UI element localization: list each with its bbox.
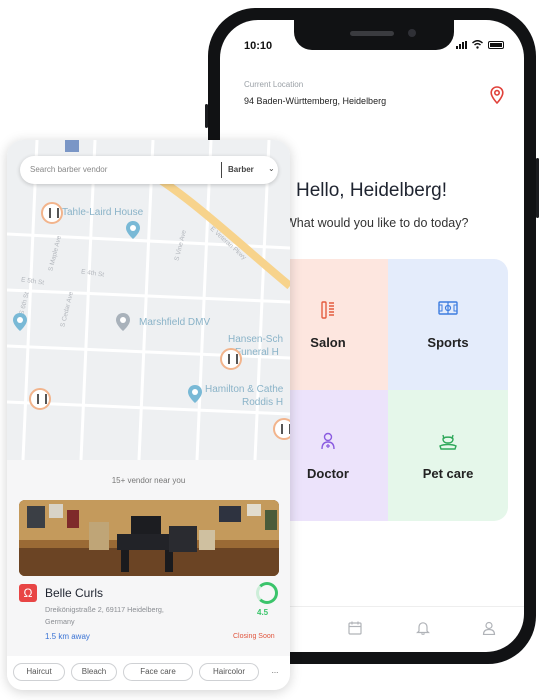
battery-icon [488,41,504,49]
vendor-search-bar[interactable]: Search barber vendor Barber ⌄ [20,156,278,184]
barber-marker-icon[interactable] [41,202,63,224]
category-grid: Salon Sports Doctor Pet care [268,259,508,521]
chevron-down-icon[interactable]: ⌄ [268,164,275,173]
vendor-name[interactable]: Belle Curls [45,586,103,600]
chip-face-care[interactable]: Face care [123,663,193,681]
bell-icon[interactable] [416,621,430,635]
vendor-panel: 15+ vendor near you Ω Belle Curls Dreikö… [7,460,290,690]
speaker [350,31,394,36]
vendor-address: Dreikönigstraße 2, 69117 Heidelberg, Ger… [45,605,164,626]
vendor-status-badge: Closing Soon [233,633,275,640]
scissors-icon [321,301,334,319]
category-sports[interactable]: Sports [388,259,508,390]
location-pin-icon[interactable] [490,86,504,104]
map-label: Tahle-Laird House [62,207,144,218]
chip-bleach[interactable]: Bleach [71,663,117,681]
category-dropdown[interactable]: Barber [228,165,254,174]
service-chips: Haircut Bleach Face care Haircolor ... [7,656,290,690]
chip-haircut[interactable]: Haircut [13,663,65,681]
power-button [536,158,539,218]
court-icon [438,301,458,315]
profile-icon[interactable] [482,621,496,635]
map-view[interactable]: Tahle-Laird House Marshfield DMV Hansen-… [7,140,290,460]
doctor-icon [321,432,335,450]
vendor-photo[interactable] [19,500,279,576]
map-roads [7,140,290,460]
map-label: Marshfield DMV [139,317,211,328]
calendar-icon[interactable] [348,621,362,635]
category-pet-care-label: Pet care [422,466,474,481]
notch [294,20,454,50]
category-sports-label: Sports [427,335,469,350]
barber-marker-icon[interactable] [220,348,242,370]
search-input[interactable]: Search barber vendor [30,165,107,174]
wifi-icon [472,40,483,49]
map-label: Hansen-Sch [228,334,284,345]
cellular-signal-icon [456,41,467,49]
map-poi-pin-icon [13,313,27,331]
current-location-label: Current Location [244,80,304,89]
map-poi-pin-icon [126,221,140,239]
map-poi-pin-icon [116,313,130,331]
map-poi-pin-icon [188,385,202,403]
greeting-title: Hello, Heidelberg! [296,180,448,201]
vendor-logo-icon: Ω [19,584,37,602]
map-label: Roddis H [242,397,284,408]
vendors-near-count: 15+ vendor near you [111,476,186,485]
rating-ring-icon [256,582,278,604]
current-location-value[interactable]: 94 Baden-Württemberg, Heidelberg [244,96,386,106]
category-pet-care[interactable]: Pet care [388,390,508,521]
barber-marker-icon[interactable] [273,418,290,440]
greeting-subtitle: What would you like to do today? [285,216,469,230]
status-time: 10:10 [244,40,273,52]
mute-switch [205,104,208,128]
search-divider [221,162,222,178]
map-label: Hamilton & Cathe [205,384,284,395]
vendor-distance: 1.5 km away [45,632,90,641]
pet-icon [439,434,457,450]
front-camera [408,29,416,37]
more-services-button[interactable]: ... [263,663,287,681]
vendor-rating: 4.5 [257,608,269,617]
barber-marker-icon[interactable] [29,388,51,410]
vendor-map-card: Tahle-Laird House Marshfield DMV Hansen-… [7,140,290,690]
barber-shop-photo [19,500,279,576]
chip-haircolor[interactable]: Haircolor [199,663,259,681]
status-icons [456,40,504,49]
